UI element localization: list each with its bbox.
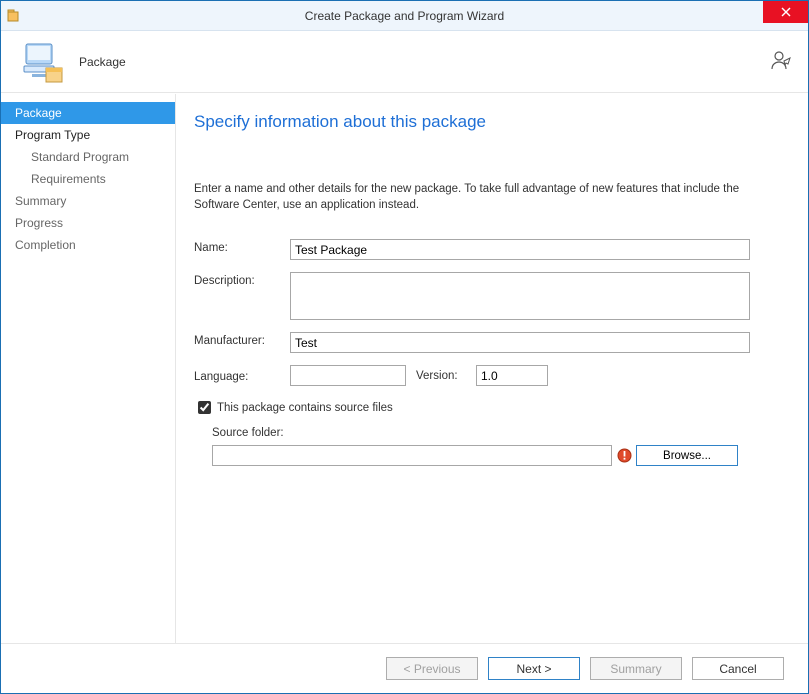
sidebar-item-summary[interactable]: Summary (1, 190, 175, 212)
description-input[interactable] (290, 272, 750, 320)
page-title: Specify information about this package (194, 112, 782, 132)
sidebar-item-requirements[interactable]: Requirements (1, 168, 175, 190)
row-description: Description: (194, 272, 782, 320)
source-folder-input[interactable] (212, 445, 612, 466)
name-input[interactable] (290, 239, 750, 260)
row-contains-source: This package contains source files (194, 398, 782, 417)
wizard-window: Create Package and Program Wizard Packag… (0, 0, 809, 694)
source-folder-label: Source folder: (212, 427, 782, 439)
error-icon (616, 448, 632, 464)
instruction-text: Enter a name and other details for the n… (194, 182, 754, 213)
app-icon (7, 8, 23, 24)
close-icon (781, 7, 791, 17)
row-language-version: Language: Version: (194, 365, 782, 386)
sidebar-item-program-type[interactable]: Program Type (1, 124, 175, 146)
manufacturer-input[interactable] (290, 332, 750, 353)
sidebar-item-standard-program[interactable]: Standard Program (1, 146, 175, 168)
wizard-body: Package Program Type Standard Program Re… (1, 94, 808, 643)
language-input[interactable] (290, 365, 406, 386)
sidebar-item-completion[interactable]: Completion (1, 234, 175, 256)
close-button[interactable] (763, 1, 808, 23)
manufacturer-label: Manufacturer: (194, 332, 290, 347)
description-label: Description: (194, 272, 290, 287)
cancel-button[interactable]: Cancel (692, 657, 784, 680)
titlebar: Create Package and Program Wizard (1, 1, 808, 31)
version-input[interactable] (476, 365, 548, 386)
row-source-folder: Browse... (212, 445, 782, 466)
row-name: Name: (194, 239, 782, 260)
sidebar-item-progress[interactable]: Progress (1, 212, 175, 234)
row-manufacturer: Manufacturer: (194, 332, 782, 353)
language-label: Language: (194, 368, 290, 383)
version-label: Version: (416, 370, 476, 382)
sidebar-item-package[interactable]: Package (1, 102, 175, 124)
header-title: Package (79, 55, 126, 69)
wizard-header: Package (1, 31, 808, 93)
sidebar: Package Program Type Standard Program Re… (1, 94, 176, 643)
next-button[interactable]: Next > (488, 657, 580, 680)
browse-button[interactable]: Browse... (636, 445, 738, 466)
previous-button[interactable]: < Previous (386, 657, 478, 680)
summary-button[interactable]: Summary (590, 657, 682, 680)
window-title: Create Package and Program Wizard (1, 9, 808, 23)
package-icon (17, 37, 67, 87)
main-content: Specify information about this package E… (176, 94, 808, 643)
name-label: Name: (194, 239, 290, 254)
contains-source-checkbox[interactable] (198, 401, 211, 414)
user-icon (770, 49, 792, 74)
contains-source-label: This package contains source files (217, 402, 393, 414)
wizard-footer: < Previous Next > Summary Cancel (1, 643, 808, 693)
